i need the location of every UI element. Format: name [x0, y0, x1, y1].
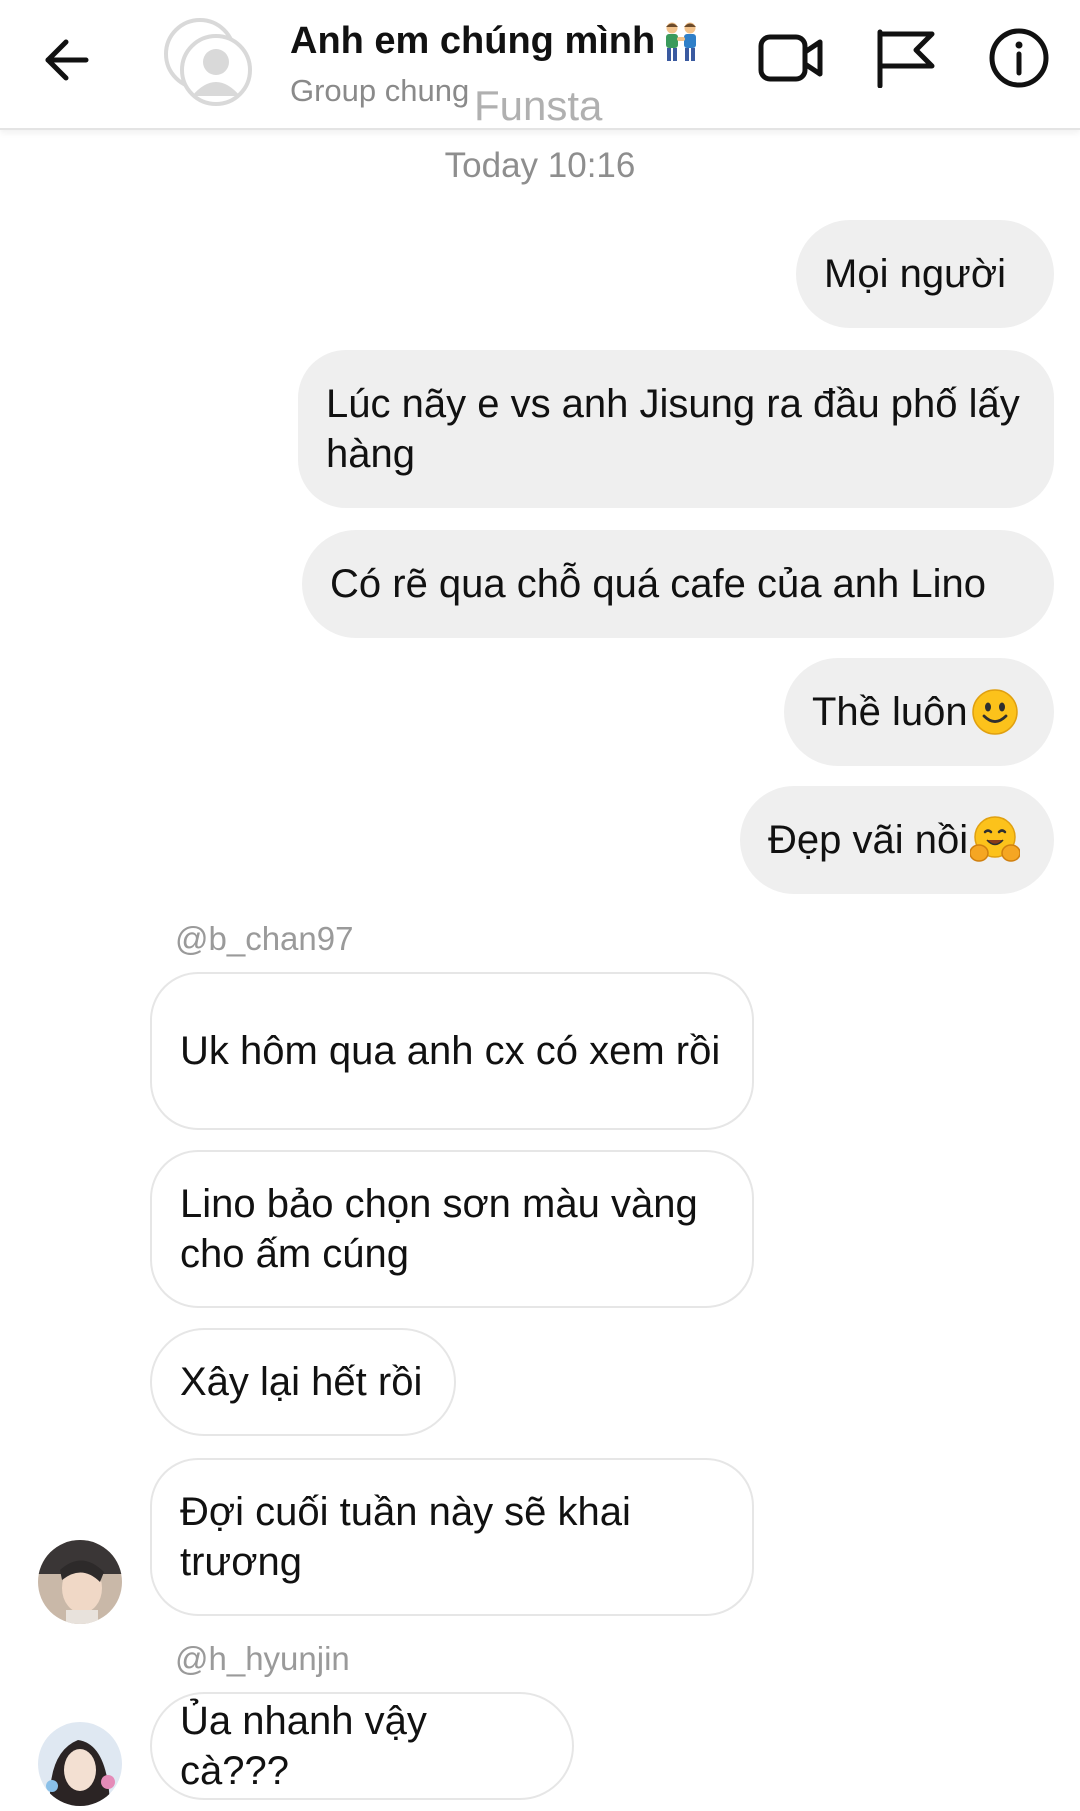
sent-message[interactable]: Thề luôn: [784, 658, 1054, 766]
message-text: Đẹp vãi nồi: [768, 818, 969, 862]
video-call-button[interactable]: [756, 26, 826, 90]
group-avatar[interactable]: [162, 16, 254, 108]
message-text: Lino bảo chọn sơn màu vàng cho ấm cúng: [180, 1182, 698, 1276]
message-text: Đợi cuối tuần này sẽ khai trương: [180, 1490, 631, 1584]
arrow-left-icon: [45, 39, 89, 81]
message-text: Mọi người: [824, 252, 1006, 296]
watermark: Funsta: [474, 82, 603, 129]
hugging-face-emoji-icon: [970, 816, 1021, 862]
message-text: Uk hôm qua anh cx có xem rồi: [180, 1029, 721, 1073]
sent-message[interactable]: Có rẽ qua chỗ quá cafe của anh Lino: [302, 530, 1054, 638]
received-message[interactable]: Uk hôm qua anh cx có xem rồi: [150, 972, 754, 1130]
received-message[interactable]: Đợi cuối tuần này sẽ khai trương: [150, 1458, 754, 1616]
flag-icon: [877, 29, 935, 88]
message-text: Lúc nãy e vs anh Jisung ra đầu phố lấy h…: [326, 382, 1020, 476]
smiling-face-emoji-icon: [971, 689, 1018, 735]
video-camera-icon: [758, 34, 823, 82]
conversation-title: Anh em chúng mình: [290, 20, 701, 63]
profile-photo-icon: [38, 1722, 122, 1806]
sent-message[interactable]: Đẹp vãi nồi: [740, 786, 1054, 894]
message-text: Ủa nhanh vậy cà???: [180, 1699, 427, 1793]
received-message[interactable]: Lino bảo chọn sơn màu vàng cho ấm cúng: [150, 1150, 754, 1308]
message-text: Có rẽ qua chỗ quá cafe của anh Lino: [330, 562, 987, 606]
sent-message[interactable]: Lúc nãy e vs anh Jisung ra đầu phố lấy h…: [298, 350, 1054, 508]
report-button[interactable]: [870, 26, 940, 90]
back-button[interactable]: [34, 28, 98, 92]
received-message[interactable]: Xây lại hết rồi: [150, 1328, 456, 1436]
couple-emoji-icon: [666, 22, 697, 61]
sender-username: @h_hyunjin: [175, 1640, 350, 1677]
conversation-title-text: Anh em chúng mình: [290, 20, 656, 62]
sender-username: @b_chan97: [175, 920, 354, 957]
conversation-info-button[interactable]: [984, 26, 1054, 90]
profile-photo-icon: [38, 1540, 122, 1624]
received-message[interactable]: Ủa nhanh vậy cà???: [150, 1692, 574, 1800]
sender-avatar[interactable]: [38, 1722, 122, 1806]
message-timestamp: Today 10:16: [444, 146, 636, 185]
message-text: Thề luôn: [812, 690, 968, 734]
sent-message[interactable]: Mọi người: [796, 220, 1054, 328]
sender-avatar[interactable]: [38, 1540, 122, 1624]
group-avatar-icon: [164, 18, 252, 106]
message-text: Xây lại hết rồi: [180, 1360, 423, 1404]
info-icon: [989, 28, 1049, 88]
chat-header: Anh em chúng mình Group chung Funsta: [0, 0, 1080, 130]
